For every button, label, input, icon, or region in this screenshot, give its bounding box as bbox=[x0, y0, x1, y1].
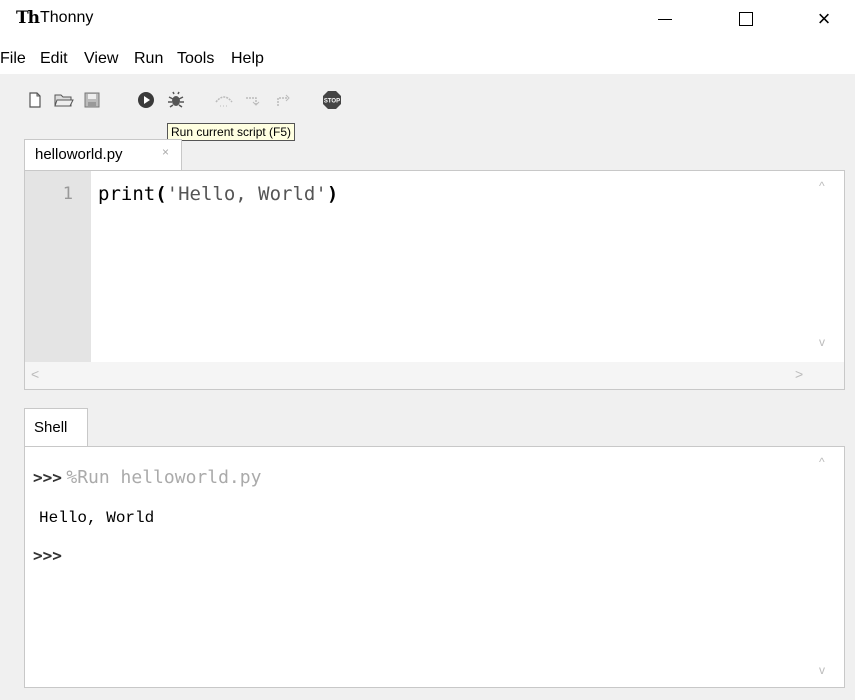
shell-scroll-up-arrow[interactable]: ^ bbox=[819, 455, 825, 469]
menu-tools[interactable]: Tools bbox=[177, 50, 214, 68]
menu-edit[interactable]: Edit bbox=[40, 50, 68, 68]
shell-tab-label: Shell bbox=[34, 419, 68, 436]
debug-icon bbox=[168, 91, 184, 108]
shell-scroll-down-arrow[interactable]: v bbox=[819, 663, 825, 677]
scroll-left-arrow[interactable]: < bbox=[31, 366, 39, 382]
debug-button[interactable] bbox=[166, 90, 186, 110]
editor-scroll-up-arrow[interactable]: ^ bbox=[819, 179, 825, 193]
stop-icon: STOP bbox=[323, 91, 341, 109]
editor-horizontal-scrollbar[interactable]: < > bbox=[25, 362, 844, 389]
shell-active-prompt[interactable]: >>> bbox=[33, 546, 62, 565]
code-string: 'Hello, World' bbox=[166, 183, 327, 205]
step-into-button[interactable] bbox=[244, 90, 264, 110]
tab-label: helloworld.py bbox=[35, 146, 123, 163]
step-over-icon bbox=[215, 96, 233, 107]
step-into-icon bbox=[246, 97, 260, 106]
menu-view[interactable]: View bbox=[84, 50, 118, 68]
new-file-icon bbox=[29, 92, 41, 108]
close-button[interactable]: × bbox=[801, 0, 847, 38]
editor-scroll-down-arrow[interactable]: v bbox=[819, 335, 825, 349]
code-func: print bbox=[98, 183, 156, 205]
code-paren-close: ) bbox=[326, 183, 339, 205]
code-paren-open: ( bbox=[155, 183, 167, 205]
stop-button[interactable]: STOP bbox=[322, 90, 342, 110]
maximize-button[interactable] bbox=[723, 0, 769, 38]
save-button[interactable] bbox=[82, 90, 102, 110]
run-tooltip: Run current script (F5) bbox=[167, 123, 296, 141]
shell-console[interactable]: >>> %Run helloworld.py Hello, World >>> … bbox=[24, 446, 845, 688]
tab-helloworld[interactable]: helloworld.py × bbox=[24, 139, 182, 170]
run-icon bbox=[138, 92, 154, 108]
menu-file[interactable]: File bbox=[0, 50, 26, 68]
thonny-logo-icon: Th bbox=[16, 8, 40, 28]
shell-command-line: >>> %Run helloworld.py bbox=[33, 467, 261, 488]
minimize-button[interactable] bbox=[642, 0, 688, 38]
toolbar: STOP bbox=[0, 74, 855, 126]
stop-label: STOP bbox=[324, 99, 340, 105]
open-file-button[interactable] bbox=[54, 90, 74, 110]
maximize-icon bbox=[739, 12, 753, 26]
save-icon bbox=[84, 92, 100, 108]
tab-shell[interactable]: Shell bbox=[24, 408, 88, 446]
line-number-gutter: 1 bbox=[25, 171, 91, 362]
run-button[interactable] bbox=[136, 90, 156, 110]
minimize-icon bbox=[658, 18, 672, 20]
shell-output: Hello, World bbox=[39, 509, 155, 527]
new-file-button[interactable] bbox=[25, 90, 45, 110]
step-out-icon bbox=[277, 94, 290, 106]
code-line[interactable]: print('Hello, World') bbox=[98, 183, 338, 205]
menu-bar: File Edit View Run Tools Help bbox=[0, 38, 855, 74]
shell-prompt: >>> bbox=[33, 468, 62, 487]
close-icon: × bbox=[817, 6, 831, 31]
line-number: 1 bbox=[62, 184, 73, 204]
step-over-button[interactable] bbox=[214, 90, 234, 110]
title-bar: Th Thonny × bbox=[0, 0, 855, 38]
shell-command: %Run helloworld.py bbox=[66, 467, 262, 488]
scroll-right-arrow[interactable]: > bbox=[795, 366, 803, 382]
menu-run[interactable]: Run bbox=[134, 50, 163, 68]
step-out-button[interactable] bbox=[274, 90, 294, 110]
open-folder-icon bbox=[54, 94, 74, 107]
menu-help[interactable]: Help bbox=[231, 50, 264, 68]
window-title: Thonny bbox=[40, 9, 94, 26]
tab-close-icon[interactable]: × bbox=[162, 145, 169, 159]
code-editor[interactable]: 1 print('Hello, World') ^ v < > bbox=[24, 170, 845, 390]
